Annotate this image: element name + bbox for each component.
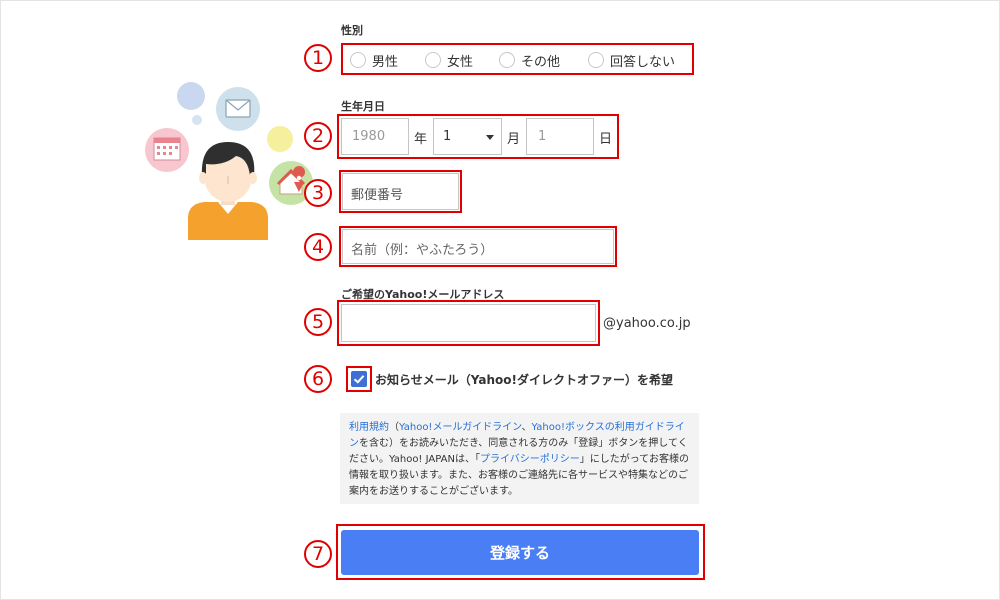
decor-blue-circle [177, 82, 205, 110]
postal-code-placeholder: 郵便番号 [351, 188, 404, 203]
birth-month-value: 1 [443, 129, 452, 144]
step-marker-5: 5 [304, 308, 332, 336]
decor-small-circle [192, 115, 202, 125]
register-button[interactable]: 登録する [341, 530, 699, 575]
decor-yellow-circle [267, 126, 293, 152]
privacy-policy-link[interactable]: プライバシーポリシー [480, 454, 580, 465]
birth-day-input[interactable]: 1 [526, 118, 594, 155]
postal-code-input[interactable]: 郵便番号 [342, 173, 459, 210]
birthdate-label: 生年月日 [341, 100, 385, 113]
step-marker-2: 2 [304, 122, 332, 150]
terms-separator: 、 [521, 422, 532, 433]
radio-icon[interactable] [499, 52, 515, 68]
birth-day-placeholder: 1 [538, 129, 547, 144]
newsletter-checkbox[interactable] [351, 371, 367, 387]
step-marker-6: 6 [304, 365, 332, 393]
email-domain: @yahoo.co.jp [603, 316, 691, 331]
gender-option-no-answer[interactable]: 回答しない [588, 51, 676, 70]
terms-paren: （ [389, 422, 399, 433]
gender-option-label: 回答しない [610, 54, 676, 70]
radio-icon[interactable] [350, 52, 366, 68]
birth-month-select[interactable]: 1 [433, 118, 502, 155]
gender-option-label: 女性 [447, 54, 474, 70]
birth-year-placeholder: 1980 [352, 129, 386, 144]
gender-label: 性別 [341, 24, 363, 37]
calendar-icon [145, 128, 189, 172]
mail-icon [216, 87, 260, 131]
radio-icon[interactable] [588, 52, 604, 68]
profile-illustration [145, 82, 313, 240]
mail-guideline-link[interactable]: Yahoo!メールガイドライン [399, 422, 522, 433]
gender-option-male[interactable]: 男性 [350, 51, 399, 70]
terms-notice: 利用規約（Yahoo!メールガイドライン、Yahoo!ボックスの利用ガイドライン… [340, 413, 699, 504]
person-avatar-icon [188, 142, 268, 240]
step-marker-4: 4 [304, 233, 332, 261]
gender-option-other[interactable]: その他 [499, 51, 561, 70]
birth-year-input[interactable]: 1980 [341, 118, 409, 155]
radio-icon[interactable] [425, 52, 441, 68]
chevron-down-icon [486, 135, 494, 140]
name-input[interactable]: 名前（例：やふたろう） [342, 229, 614, 264]
gender-option-label: その他 [521, 54, 561, 70]
gender-option-label: 男性 [372, 54, 399, 70]
step-marker-7: 7 [304, 540, 332, 568]
email-input[interactable] [341, 304, 596, 342]
checkmark-icon [353, 375, 365, 384]
step-marker-3: 3 [304, 179, 332, 207]
day-unit: 日 [599, 132, 613, 147]
newsletter-label[interactable]: お知らせメール（Yahoo!ダイレクトオファー）を希望 [375, 371, 673, 388]
name-placeholder: 名前（例：やふたろう） [351, 243, 494, 258]
terms-link[interactable]: 利用規約 [349, 422, 389, 433]
step-marker-1: 1 [304, 44, 332, 72]
month-unit: 月 [507, 132, 521, 147]
gender-option-female[interactable]: 女性 [425, 51, 474, 70]
year-unit: 年 [414, 132, 428, 147]
